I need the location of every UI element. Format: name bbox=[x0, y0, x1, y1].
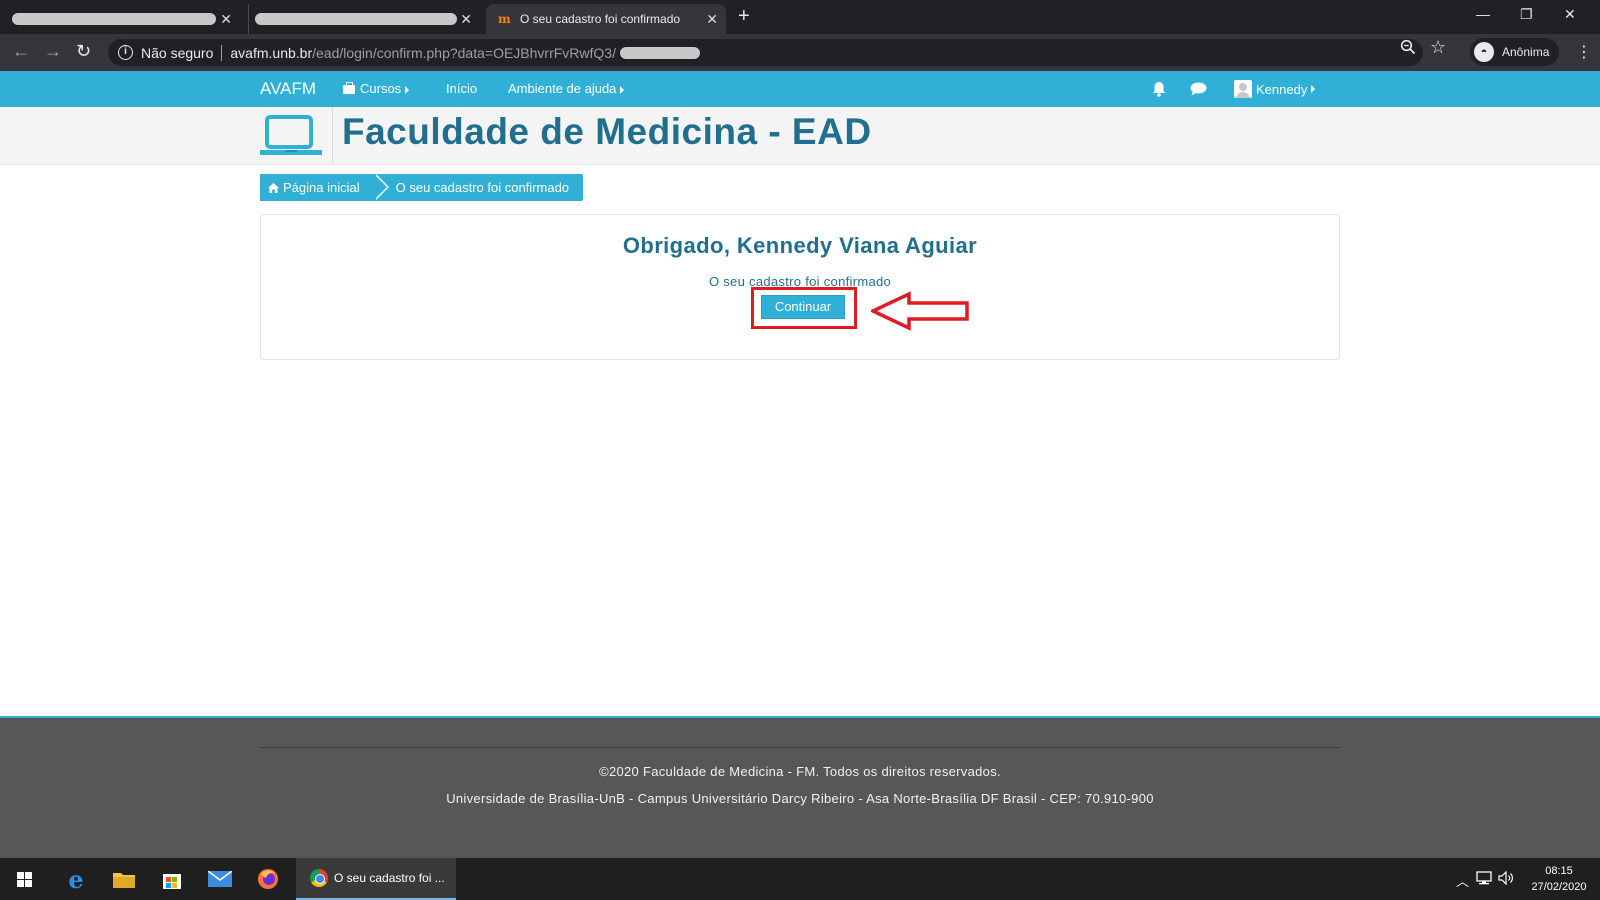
site-navbar: AVAFM Cursos Início Ambiente de ajuda Ke… bbox=[0, 71, 1600, 107]
redacted-tab-title bbox=[12, 13, 216, 25]
network-icon[interactable] bbox=[1476, 871, 1492, 888]
breadcrumb: Página inicial O seu cadastro foi confir… bbox=[260, 174, 584, 201]
security-label: Não seguro bbox=[141, 44, 214, 61]
edge-icon[interactable]: e bbox=[52, 858, 100, 900]
windows-start-icon[interactable] bbox=[0, 858, 48, 900]
browser-tab-active[interactable]: m O seu cadastro foi confirmado ✕ bbox=[486, 4, 726, 34]
briefcase-icon bbox=[343, 82, 355, 95]
browser-tab-bar: ✕ ✕ m O seu cadastro foi confirmado ✕ + … bbox=[0, 0, 1600, 34]
file-explorer-icon[interactable] bbox=[100, 858, 148, 900]
chrome-icon bbox=[310, 869, 328, 887]
thank-you-heading: Obrigado, Kennedy Viana Aguiar bbox=[622, 233, 978, 258]
incognito-profile[interactable]: ◓ Anônima bbox=[1470, 38, 1560, 66]
nav-item-inicio[interactable]: Início bbox=[446, 81, 477, 96]
restore-icon[interactable]: ❐ bbox=[1520, 6, 1533, 23]
browser-tab[interactable]: ✕ bbox=[8, 4, 240, 34]
page-header: Faculdade de Medicina - EAD bbox=[0, 107, 1600, 165]
home-icon bbox=[268, 183, 279, 193]
nav-item-ajuda[interactable]: Ambiente de ajuda bbox=[508, 81, 625, 96]
minimize-icon[interactable]: — bbox=[1476, 6, 1490, 22]
user-menu[interactable]: Kennedy bbox=[1234, 80, 1316, 98]
address-bar[interactable]: i Não seguro avafm.unb.br /ead/login/con… bbox=[108, 39, 1423, 66]
chevron-up-icon[interactable]: ︿ bbox=[1456, 871, 1469, 890]
user-name: Kennedy bbox=[1256, 81, 1308, 97]
close-tab-icon[interactable]: ✕ bbox=[220, 11, 232, 28]
footer-copyright: ©2020 Faculdade de Medicina - FM. Todos … bbox=[599, 764, 1001, 779]
clock-time: 08:15 bbox=[1545, 865, 1573, 877]
url-path: /ead/login/confirm.php?data=OEJBhvrrFvRw… bbox=[312, 44, 616, 61]
laptop-icon bbox=[260, 115, 322, 155]
taskbar-chrome-window[interactable]: O seu cadastro foi ... bbox=[296, 858, 456, 900]
breadcrumb-home-label: Página inicial bbox=[283, 180, 360, 195]
reload-icon[interactable]: ↻ bbox=[76, 41, 91, 62]
chat-bubble-icon[interactable] bbox=[1190, 82, 1207, 99]
redacted-tab-title bbox=[255, 13, 457, 25]
browser-tab[interactable]: ✕ bbox=[248, 4, 480, 34]
site-brand[interactable]: AVAFM bbox=[260, 79, 316, 99]
mail-icon[interactable] bbox=[196, 858, 244, 900]
forward-icon[interactable]: → bbox=[44, 41, 62, 62]
caret-right-icon bbox=[620, 85, 625, 94]
nav-item-label: Início bbox=[446, 81, 478, 96]
nav-item-cursos[interactable]: Cursos bbox=[343, 81, 410, 96]
breadcrumb-current[interactable]: O seu cadastro foi confirmado bbox=[373, 174, 584, 201]
site-footer: ©2020 Faculdade de Medicina - FM. Todos … bbox=[0, 716, 1600, 858]
microsoft-store-icon[interactable] bbox=[148, 858, 196, 900]
url-host: avafm.unb.br bbox=[230, 44, 313, 61]
divider bbox=[221, 44, 223, 61]
continue-button[interactable]: Continuar bbox=[761, 295, 845, 319]
site-title[interactable]: Faculdade de Medicina - EAD bbox=[342, 111, 872, 153]
caret-right-icon bbox=[1311, 85, 1316, 93]
confirmation-card: Obrigado, Kennedy Viana Aguiar O seu cad… bbox=[260, 214, 1340, 360]
zoom-icon[interactable] bbox=[1400, 39, 1416, 60]
close-window-icon[interactable]: ✕ bbox=[1564, 6, 1576, 23]
browser-toolbar: ← → ↻ i Não seguro avafm.unb.br /ead/log… bbox=[0, 34, 1600, 71]
info-icon[interactable]: i bbox=[118, 45, 133, 60]
back-icon[interactable]: ← bbox=[12, 41, 30, 62]
arrow-left-annotation-icon bbox=[871, 291, 969, 331]
close-tab-icon[interactable]: ✕ bbox=[460, 11, 472, 28]
breadcrumb-home[interactable]: Página inicial bbox=[260, 174, 387, 201]
breadcrumb-current-label: O seu cadastro foi confirmado bbox=[395, 180, 570, 195]
firefox-icon[interactable] bbox=[244, 858, 292, 900]
menu-icon[interactable]: ⋮ bbox=[1576, 42, 1592, 62]
profile-label: Anônima bbox=[1502, 45, 1550, 59]
redacted-url-part bbox=[619, 46, 700, 59]
system-clock[interactable]: 08:15 27/02/2020 bbox=[1524, 863, 1594, 895]
nav-item-label: Ambiente de ajuda bbox=[508, 81, 617, 96]
footer-address: Universidade de Brasília-UnB - Campus Un… bbox=[446, 791, 1154, 806]
nav-item-label: Cursos bbox=[360, 81, 402, 96]
windows-taskbar: e O seu cadastro foi ... ︿ 08:15 27/02/2… bbox=[0, 858, 1600, 900]
divider bbox=[260, 747, 1340, 748]
avatar bbox=[1234, 80, 1252, 98]
new-tab-button[interactable]: + bbox=[738, 5, 750, 28]
moodle-icon: m bbox=[498, 12, 511, 26]
clock-date: 27/02/2020 bbox=[1531, 881, 1587, 893]
close-tab-icon[interactable]: ✕ bbox=[706, 11, 718, 28]
tab-title: O seu cadastro foi confirmado bbox=[520, 12, 681, 26]
bookmark-star-icon[interactable]: ☆ bbox=[1430, 37, 1446, 58]
bell-icon[interactable] bbox=[1152, 81, 1166, 100]
taskbar-window-title: O seu cadastro foi ... bbox=[334, 871, 445, 885]
caret-right-icon bbox=[405, 85, 410, 94]
volume-icon[interactable] bbox=[1498, 870, 1514, 888]
divider bbox=[332, 107, 333, 165]
incognito-icon: ◓ bbox=[1474, 42, 1494, 62]
